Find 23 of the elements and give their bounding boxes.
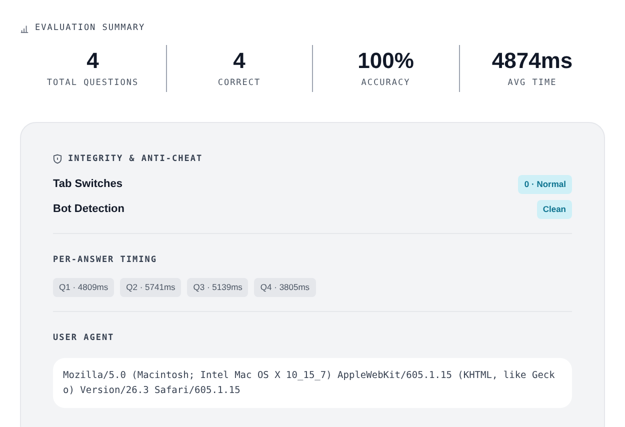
section-title: EVALUATION SUMMARY [35, 22, 146, 35]
bar-chart-icon [20, 24, 29, 33]
stat-label: TOTAL QUESTIONS [46, 76, 139, 90]
stat-value: 4 [233, 46, 246, 75]
section-title: PER-ANSWER TIMING [53, 254, 157, 265]
stat-value: 100% [358, 46, 414, 75]
timing-chip: Q4 · 3805ms [254, 278, 316, 296]
check-label: Tab Switches [53, 177, 122, 192]
stat-label: ACCURACY [361, 76, 410, 90]
timing-chip: Q3 · 5139ms [187, 278, 248, 296]
check-label: Bot Detection [53, 202, 124, 218]
shield-icon [53, 154, 62, 164]
status-badge: Clean [536, 200, 572, 219]
timing-chip: Q1 · 4809ms [53, 278, 114, 296]
stat-label: AVG TIME [508, 76, 557, 90]
status-badge: 0 · Normal [518, 175, 572, 194]
stat-value: 4 [86, 46, 99, 75]
user-agent-text: Mozilla/5.0 (Macintosh; Intel Mac OS X 10_15_7) AppleWebKit/605.1.15 (KHTML, like Gecko) Version/26.3 Safari/605.1.15 [53, 358, 572, 408]
section-title: INTEGRITY & ANTI-CHEAT [68, 152, 203, 166]
timing-chip: Q2 · 5741ms [120, 278, 182, 296]
section-title: USER AGENT [53, 332, 114, 342]
stat-label: CORRECT [218, 76, 261, 90]
stat-value: 4874ms [492, 46, 573, 75]
